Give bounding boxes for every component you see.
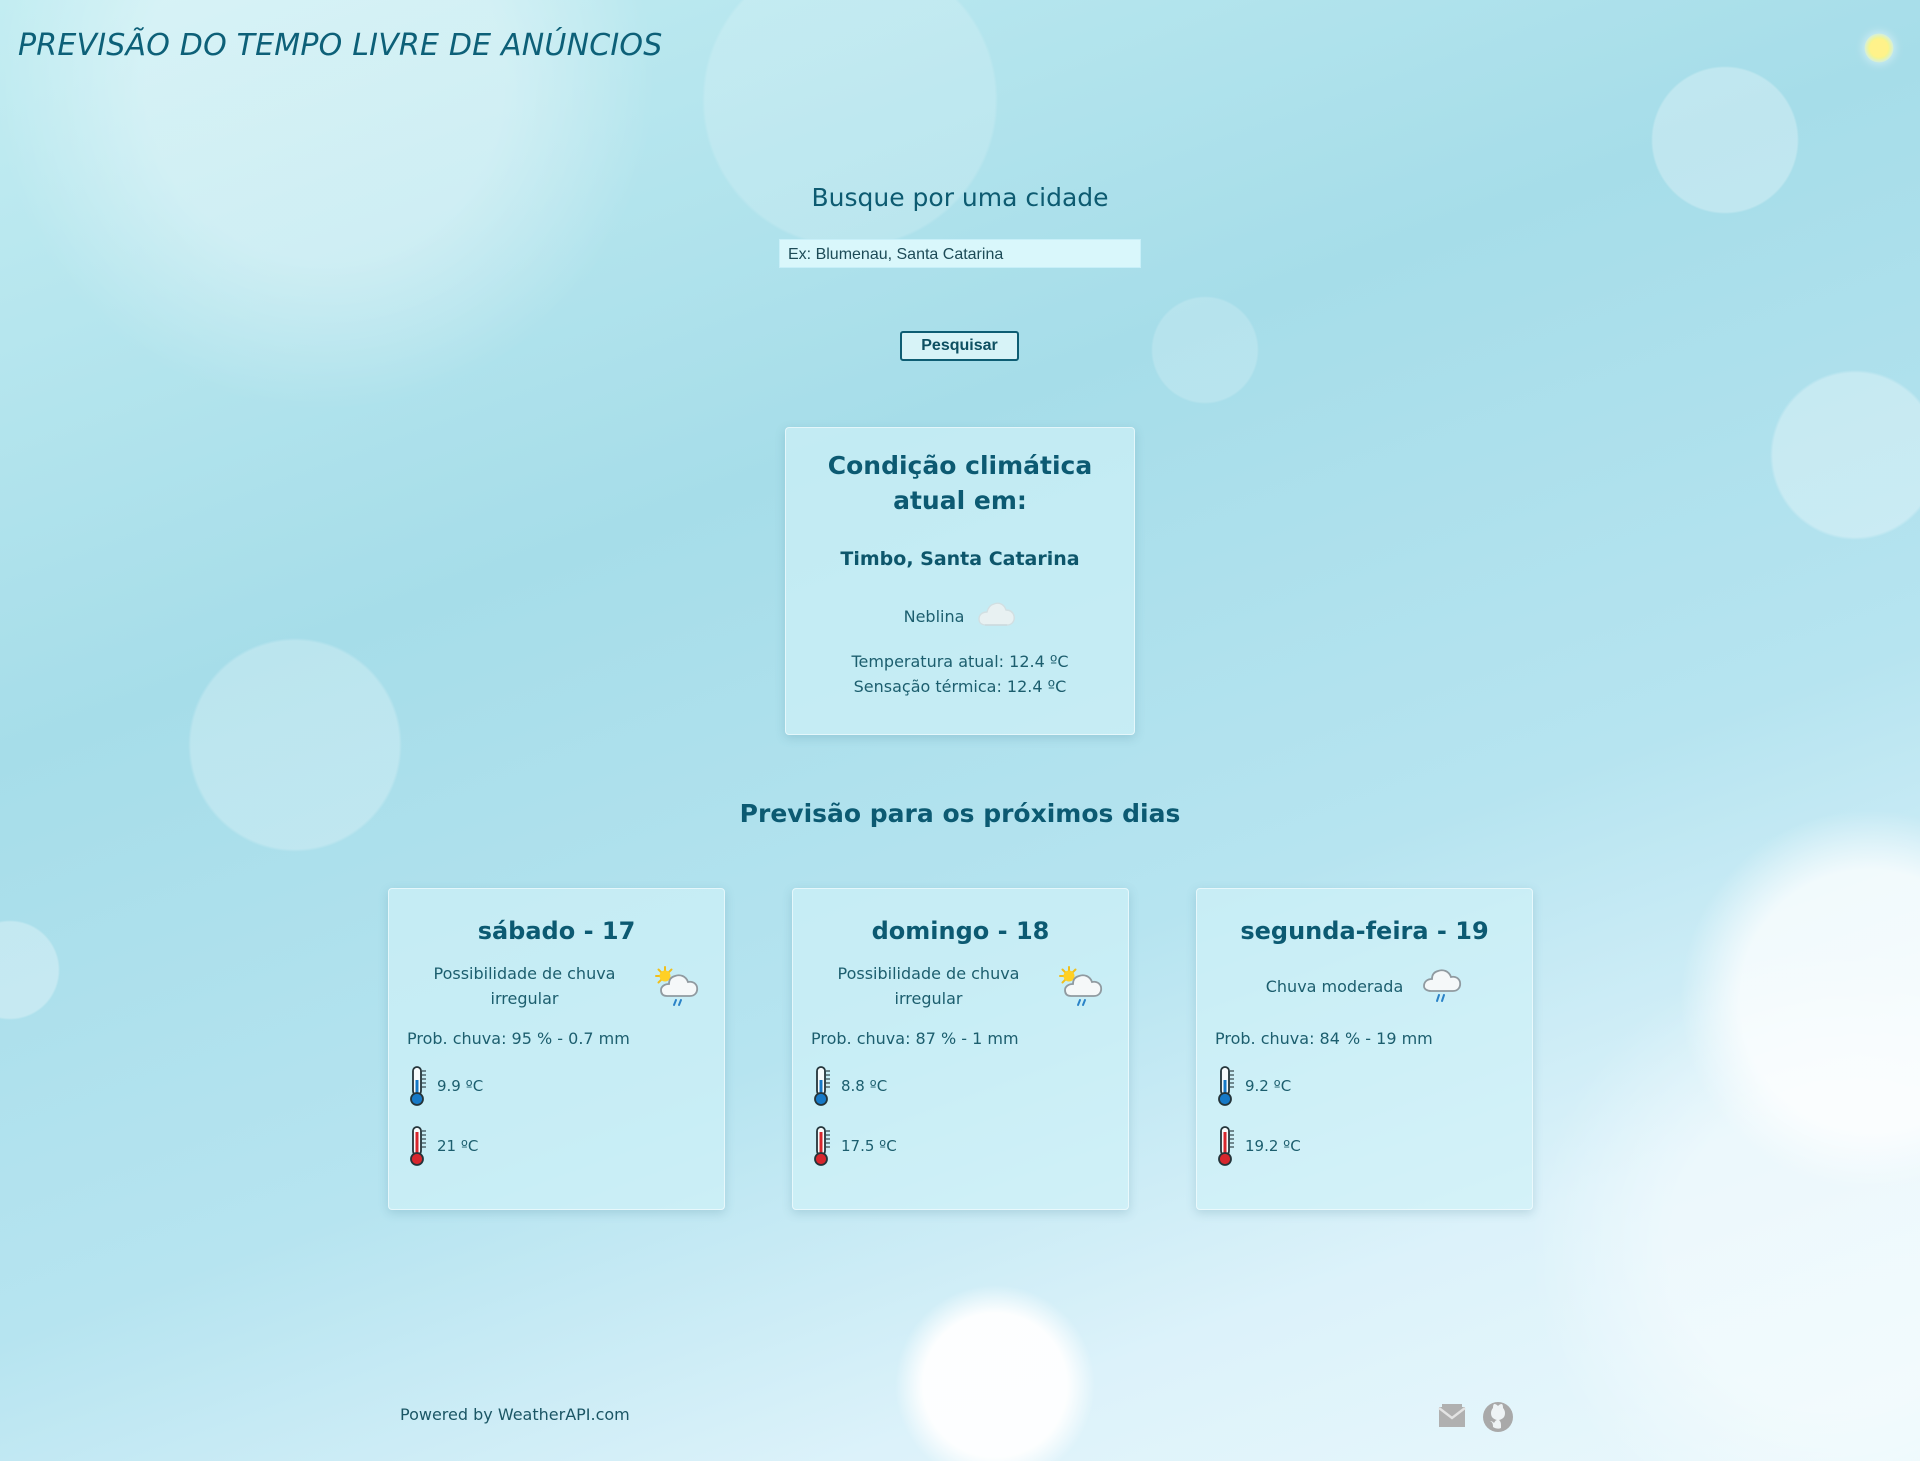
max-temperature: 21 ºC (437, 1137, 479, 1155)
max-temperature: 17.5 ºC (841, 1137, 897, 1155)
thermometer-cold-icon (1215, 1064, 1237, 1108)
min-temperature: 9.9 ºC (437, 1077, 484, 1095)
search-button[interactable]: Pesquisar (900, 331, 1019, 361)
forecast-condition-text: Possibilidade de chuva irregular (433, 964, 616, 1008)
thermometer-cold-icon (811, 1064, 833, 1108)
max-temperature-row: 17.5 ºC (811, 1124, 1110, 1168)
github-icon[interactable] (1482, 1401, 1514, 1433)
forecast-day-name: domingo - 18 (871, 917, 1050, 945)
forecast-day-condition: Chuva moderada (1215, 961, 1514, 1011)
current-condition-text: Neblina (903, 606, 965, 626)
thermometer-hot-icon (407, 1124, 429, 1168)
thermometer-hot-icon (811, 1124, 833, 1168)
current-temperature: Temperatura atual: 12.4 ºC (851, 652, 1069, 671)
cloud-rain-icon (1421, 967, 1463, 1005)
max-temperature-row: 21 ºC (407, 1124, 706, 1168)
sun-icon[interactable] (1864, 33, 1894, 63)
search-section: Busque por uma cidade Pesquisar (0, 183, 1920, 361)
mail-icon[interactable] (1436, 1401, 1468, 1433)
fog-cloud-icon (976, 600, 1016, 632)
forecast-day-condition: Possibilidade de chuva irregular (811, 961, 1110, 1011)
forecast-day-card: sábado - 17 Possibilidade de chuva irreg… (388, 888, 725, 1210)
search-title: Busque por uma cidade (811, 183, 1109, 212)
min-temperature-row: 9.2 ºC (1215, 1064, 1514, 1108)
min-temperature: 9.2 ºC (1245, 1077, 1292, 1095)
current-feels-like: Sensação térmica: 12.4 ºC (853, 677, 1067, 696)
min-temperature: 8.8 ºC (841, 1077, 888, 1095)
min-temperature-row: 9.9 ºC (407, 1064, 706, 1108)
forecast-day-card: domingo - 18 Possibilidade de chuva irre… (792, 888, 1129, 1210)
current-condition: Neblina (801, 596, 1119, 636)
forecast-condition-text: Possibilidade de chuva irregular (837, 964, 1020, 1008)
forecast-day-condition: Possibilidade de chuva irregular (407, 961, 706, 1011)
current-weather-card: Condição climática atual em: Timbo, Sant… (785, 427, 1135, 735)
max-temperature-row: 19.2 ºC (1215, 1124, 1514, 1168)
min-temperature-row: 8.8 ºC (811, 1064, 1110, 1108)
forecast-day-name: segunda-feira - 19 (1240, 917, 1489, 945)
rain-probability: Prob. chuva: 84 % - 19 mm (1215, 1029, 1433, 1048)
rain-probability: Prob. chuva: 95 % - 0.7 mm (407, 1029, 630, 1048)
forecast-day-name: sábado - 17 (477, 917, 636, 945)
forecast-condition-text: Chuva moderada (1265, 976, 1404, 996)
forecast-title: Previsão para os próximos dias (739, 799, 1181, 828)
city-search-input[interactable] (779, 239, 1141, 268)
site-title: PREVISÃO DO TEMPO LIVRE DE ANÚNCIOS (18, 28, 663, 63)
sun-cloud-rain-icon (1057, 965, 1103, 1007)
current-temperatures: Temperatura atual: 12.4 ºC Sensação térm… (801, 649, 1119, 699)
current-location: Timbo, Santa Catarina (840, 548, 1080, 570)
max-temperature: 19.2 ºC (1245, 1137, 1301, 1155)
rain-probability: Prob. chuva: 87 % - 1 mm (811, 1029, 1019, 1048)
footer-social-links (1436, 1401, 1514, 1433)
thermometer-hot-icon (1215, 1124, 1237, 1168)
sun-cloud-rain-icon (653, 965, 699, 1007)
forecast-day-card: segunda-feira - 19 Chuva moderada Prob. … (1196, 888, 1533, 1210)
weatherapi-credit[interactable]: Powered by WeatherAPI.com (400, 1405, 630, 1424)
current-weather-heading: Condição climática atual em: (827, 451, 1093, 515)
thermometer-cold-icon (407, 1064, 429, 1108)
